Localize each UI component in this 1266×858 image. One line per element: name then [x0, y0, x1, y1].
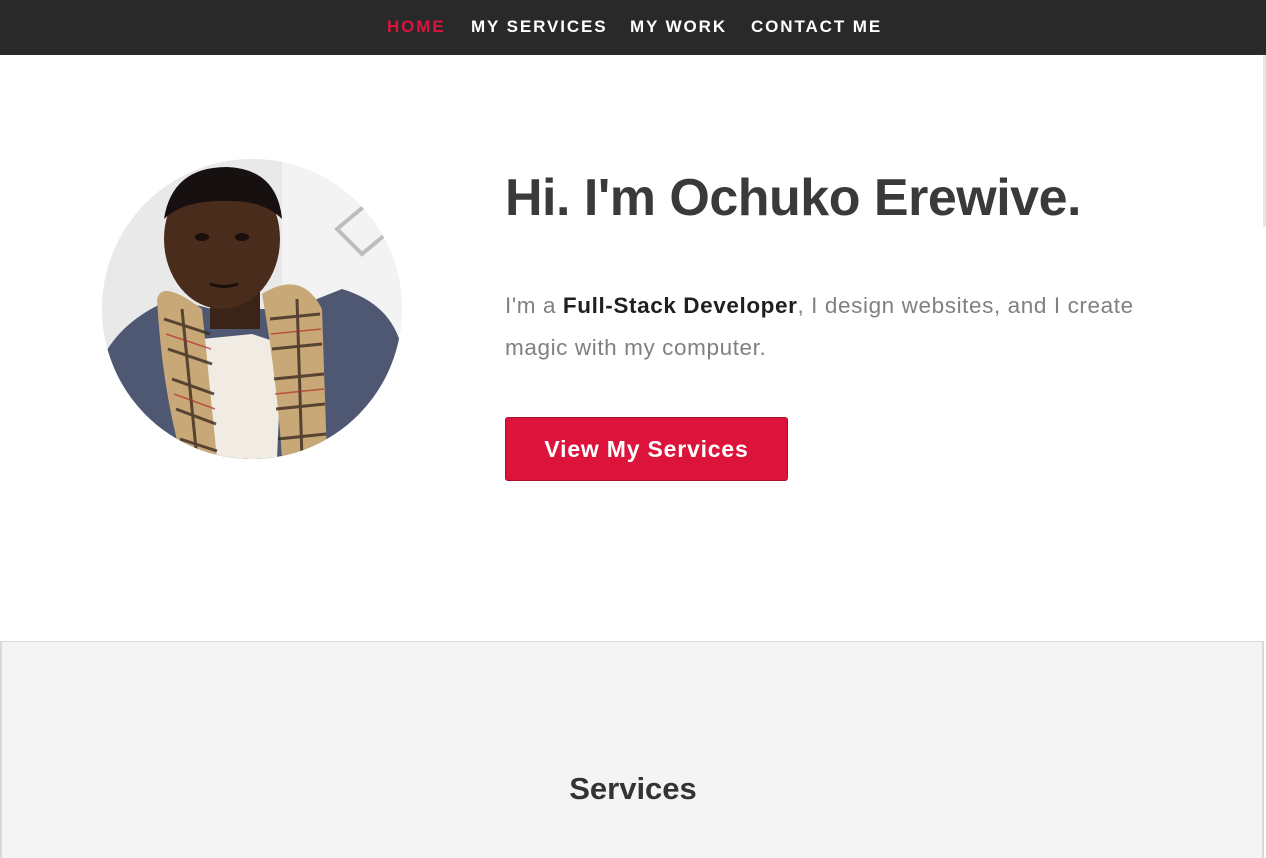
profile-photo-icon [102, 159, 402, 459]
intro-role: Full-Stack Developer [562, 293, 798, 318]
services-section: Services [0, 641, 1264, 858]
intro-prefix: I'm a [505, 293, 563, 318]
nav-item-home[interactable]: HOME [387, 17, 446, 37]
page: HOME MY SERVICES MY WORK CONTACT ME Hi. … [0, 0, 1266, 858]
profile-avatar [102, 159, 402, 459]
top-nav: HOME MY SERVICES MY WORK CONTACT ME [0, 0, 1266, 55]
greeting-prefix: Hi. I'm [505, 169, 670, 227]
nav-item-my-services[interactable]: MY SERVICES [471, 17, 607, 37]
hero-name: Ochuko Erewive. [669, 169, 1081, 227]
nav-item-contact-me[interactable]: CONTACT ME [751, 17, 882, 37]
nav-item-my-work[interactable]: MY WORK [630, 17, 727, 37]
view-my-services-button[interactable]: View My Services [505, 417, 788, 481]
hero-intro: I'm a Full-Stack Developer, I design web… [505, 285, 1145, 369]
hero-greeting: Hi. I'm Ochuko Erewive. [505, 168, 1081, 228]
services-title: Services [569, 771, 697, 806]
